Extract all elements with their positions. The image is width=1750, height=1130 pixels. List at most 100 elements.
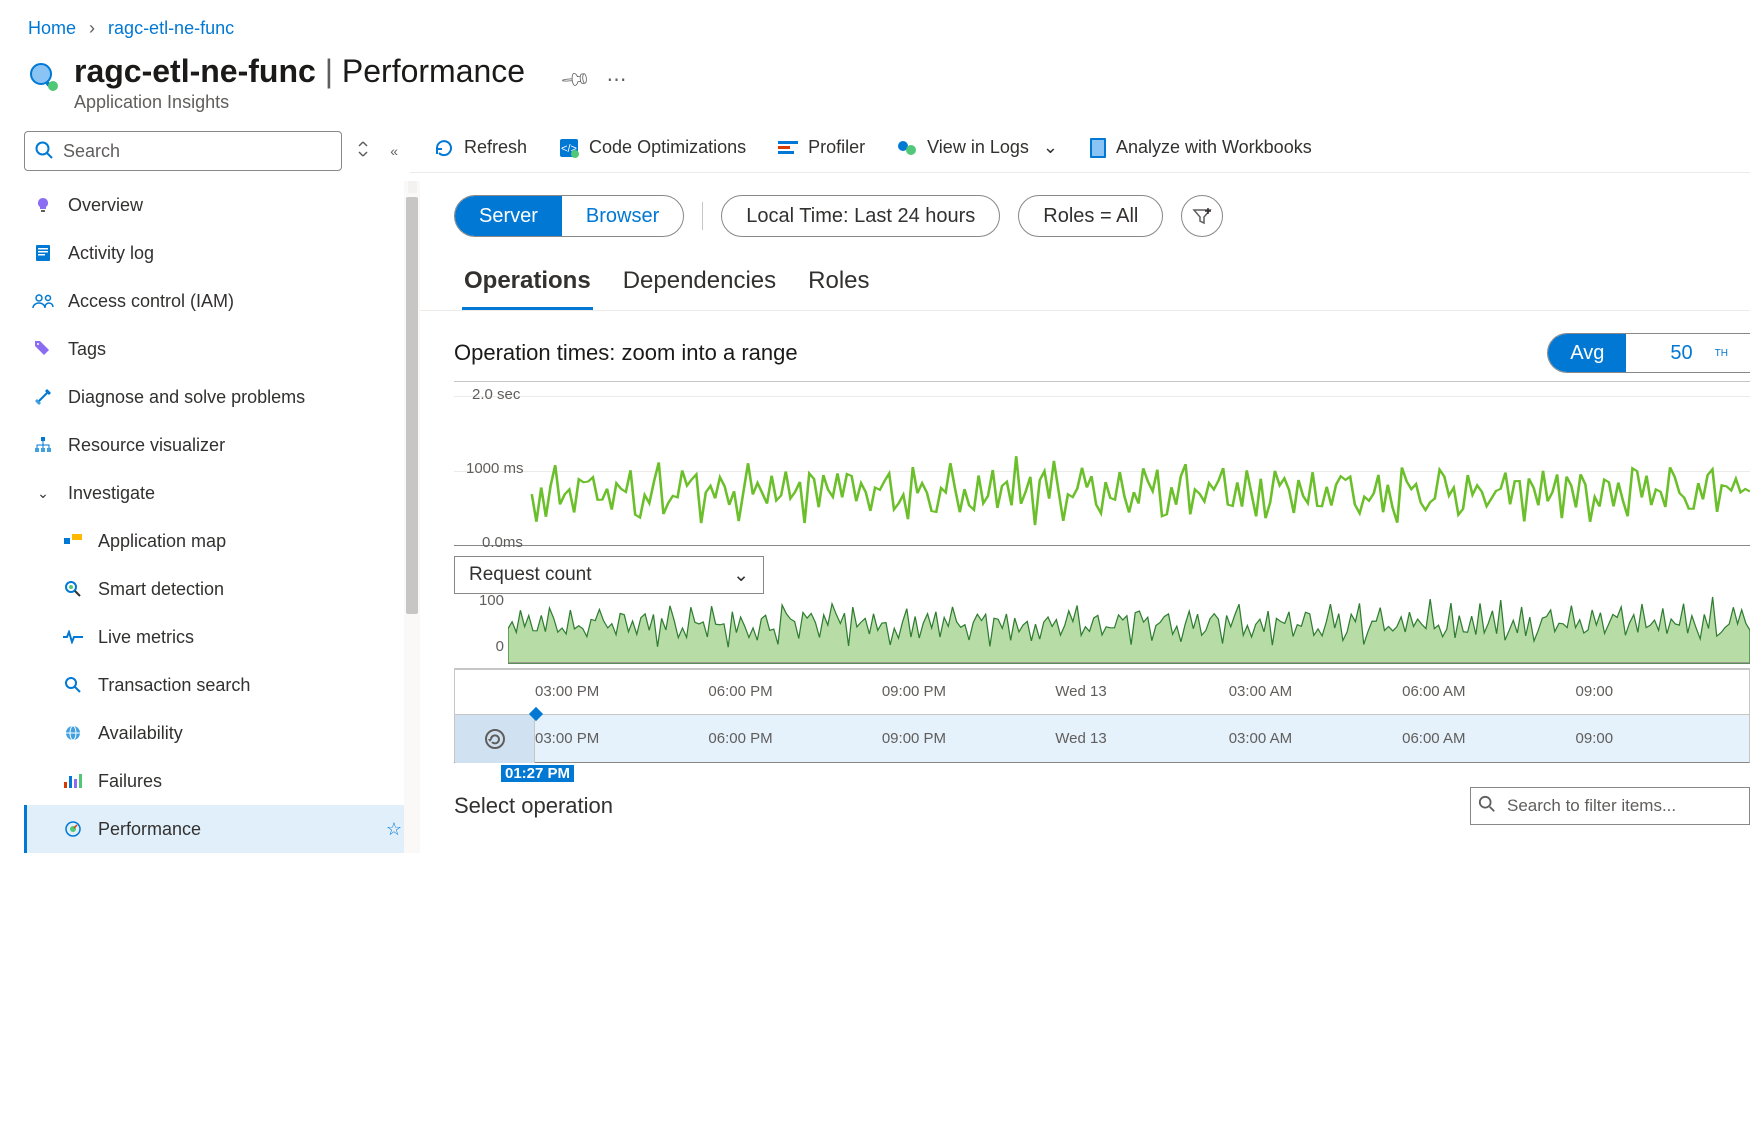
sidebar-item-performance[interactable]: Performance ☆ xyxy=(24,805,410,853)
refresh-icon xyxy=(434,138,454,158)
bars-icon xyxy=(64,774,82,788)
pulse-icon xyxy=(63,630,83,644)
workbook-icon xyxy=(1090,138,1106,158)
collapse-icon[interactable]: « xyxy=(384,143,404,159)
sidebar-item-label: Performance xyxy=(98,819,201,840)
tags-icon xyxy=(34,340,52,358)
sidebar-group-investigate[interactable]: ⌄ Investigate xyxy=(24,469,410,517)
breadcrumb-separator: › xyxy=(89,18,95,38)
profiler-icon xyxy=(778,141,798,155)
xtick: 03:00 PM xyxy=(535,670,708,714)
tab-roles[interactable]: Roles xyxy=(806,263,871,310)
performance-icon xyxy=(64,820,82,838)
sidebar-item-live-metrics[interactable]: Live metrics xyxy=(24,613,410,661)
favorite-icon[interactable]: ☆ xyxy=(386,819,402,840)
sort-icon[interactable] xyxy=(350,141,376,162)
ytick: 100 xyxy=(479,592,504,609)
percentile-toggle[interactable]: Avg 50TH xyxy=(1547,333,1750,373)
chart-title: Operation times: zoom into a range xyxy=(454,340,1547,366)
hierarchy-icon xyxy=(34,436,52,454)
sidebar-item-transaction-search[interactable]: Transaction search xyxy=(24,661,410,709)
xtick: 03:00 AM xyxy=(1229,670,1402,714)
time-marker-label: 01:27 PM xyxy=(501,765,574,782)
sidebar-group-label: Investigate xyxy=(68,483,155,504)
xtick: 03:00 AM xyxy=(1229,715,1402,762)
sidebar-item-tags[interactable]: Tags xyxy=(24,325,410,373)
avg-toggle[interactable]: Avg xyxy=(1548,334,1626,372)
xtick: 09:00 xyxy=(1576,715,1749,762)
add-filter-button[interactable] xyxy=(1181,195,1223,237)
filter-operations-input[interactable] xyxy=(1470,787,1750,825)
log-icon xyxy=(35,244,51,262)
filter-plus-icon xyxy=(1191,205,1213,227)
sidebar-item-label: Resource visualizer xyxy=(68,435,225,456)
sidebar-item-visualizer[interactable]: Resource visualizer xyxy=(24,421,410,469)
p50-toggle[interactable]: 50TH xyxy=(1626,334,1750,372)
xtick: 06:00 AM xyxy=(1402,670,1575,714)
time-axis-overview[interactable]: 03:00 PM06:00 PM09:00 PMWed 1303:00 AM06… xyxy=(455,714,1749,762)
sidebar-item-label: Failures xyxy=(98,771,162,792)
time-axis-primary: 03:00 PM06:00 PM09:00 PMWed 1303:00 AM06… xyxy=(455,670,1749,714)
search-input[interactable] xyxy=(24,131,342,171)
sidebar-item-iam[interactable]: Access control (IAM) xyxy=(24,277,410,325)
sidebar-item-label: Diagnose and solve problems xyxy=(68,387,305,408)
separator xyxy=(702,202,703,230)
xtick: Wed 13 xyxy=(1055,670,1228,714)
sidebar-item-overview[interactable]: Overview xyxy=(24,181,410,229)
server-toggle[interactable]: Server xyxy=(455,196,562,236)
xtick: 03:00 PM xyxy=(535,715,708,762)
request-count-chart[interactable]: 100 0 xyxy=(508,594,1750,664)
lightbulb-icon xyxy=(34,196,52,214)
sidebar-item-failures[interactable]: Failures xyxy=(24,757,410,805)
globe-icon xyxy=(64,724,82,742)
code-optimizations-button[interactable]: </> Code Optimizations xyxy=(559,137,746,158)
sidebar-item-activity-log[interactable]: Activity log xyxy=(24,229,410,277)
logs-icon xyxy=(897,140,917,156)
ytick: 0 xyxy=(496,638,504,655)
roles-pill[interactable]: Roles = All xyxy=(1018,195,1163,237)
operation-times-chart[interactable]: 2.0 sec 1000 ms 0.0ms xyxy=(454,386,1750,554)
chevron-down-icon: ⌄ xyxy=(733,564,749,587)
xtick: Wed 13 xyxy=(1055,715,1228,762)
search-icon xyxy=(64,676,82,694)
xtick: 09:00 xyxy=(1576,670,1749,714)
undo-icon xyxy=(483,727,507,751)
tab-operations[interactable]: Operations xyxy=(462,263,593,310)
time-range-pill[interactable]: Local Time: Last 24 hours xyxy=(721,195,1000,237)
tab-dependencies[interactable]: Dependencies xyxy=(621,263,778,310)
sidebar-scrollbar[interactable] xyxy=(404,181,420,853)
smart-detection-icon xyxy=(64,580,82,598)
xtick: 09:00 PM xyxy=(882,715,1055,762)
browser-toggle[interactable]: Browser xyxy=(562,196,683,236)
code-opt-icon: </> xyxy=(559,138,579,158)
server-browser-toggle[interactable]: Server Browser xyxy=(454,195,684,237)
refresh-button[interactable]: Refresh xyxy=(434,137,527,158)
sidebar-item-availability[interactable]: Availability xyxy=(24,709,410,757)
breadcrumb: Home › ragc-etl-ne-func xyxy=(0,0,1750,53)
sidebar-item-label: Live metrics xyxy=(98,627,194,648)
breadcrumb-home[interactable]: Home xyxy=(28,18,76,38)
breadcrumb-resource[interactable]: ragc-etl-ne-func xyxy=(108,18,234,38)
page-subtitle: Application Insights xyxy=(74,92,525,113)
chevron-down-icon: ⌄ xyxy=(1043,137,1058,158)
reset-zoom-button[interactable] xyxy=(455,714,535,763)
pin-icon[interactable]: 📌︎ xyxy=(558,62,594,97)
sidebar-item-label: Smart detection xyxy=(98,579,224,600)
tools-icon xyxy=(34,388,52,406)
search-icon xyxy=(1478,795,1496,813)
sidebar-item-label: Overview xyxy=(68,195,143,216)
workbooks-button[interactable]: Analyze with Workbooks xyxy=(1090,137,1312,158)
sidebar-item-label: Activity log xyxy=(68,243,154,264)
time-axis[interactable]: 03:00 PM06:00 PM09:00 PMWed 1303:00 AM06… xyxy=(454,669,1750,763)
view-in-logs-button[interactable]: View in Logs ⌄ xyxy=(897,137,1058,158)
sidebar-item-smart-detection[interactable]: Smart detection xyxy=(24,565,410,613)
xtick: 09:00 PM xyxy=(882,670,1055,714)
people-icon xyxy=(32,293,54,309)
xtick: 06:00 PM xyxy=(708,715,881,762)
profiler-button[interactable]: Profiler xyxy=(778,137,865,158)
request-count-dropdown[interactable]: Request count ⌄ xyxy=(454,556,764,594)
xtick: 06:00 AM xyxy=(1402,715,1575,762)
sidebar-item-application-map[interactable]: Application map xyxy=(24,517,410,565)
sidebar-item-diagnose[interactable]: Diagnose and solve problems xyxy=(24,373,410,421)
more-icon[interactable]: ⋯ xyxy=(606,67,626,92)
